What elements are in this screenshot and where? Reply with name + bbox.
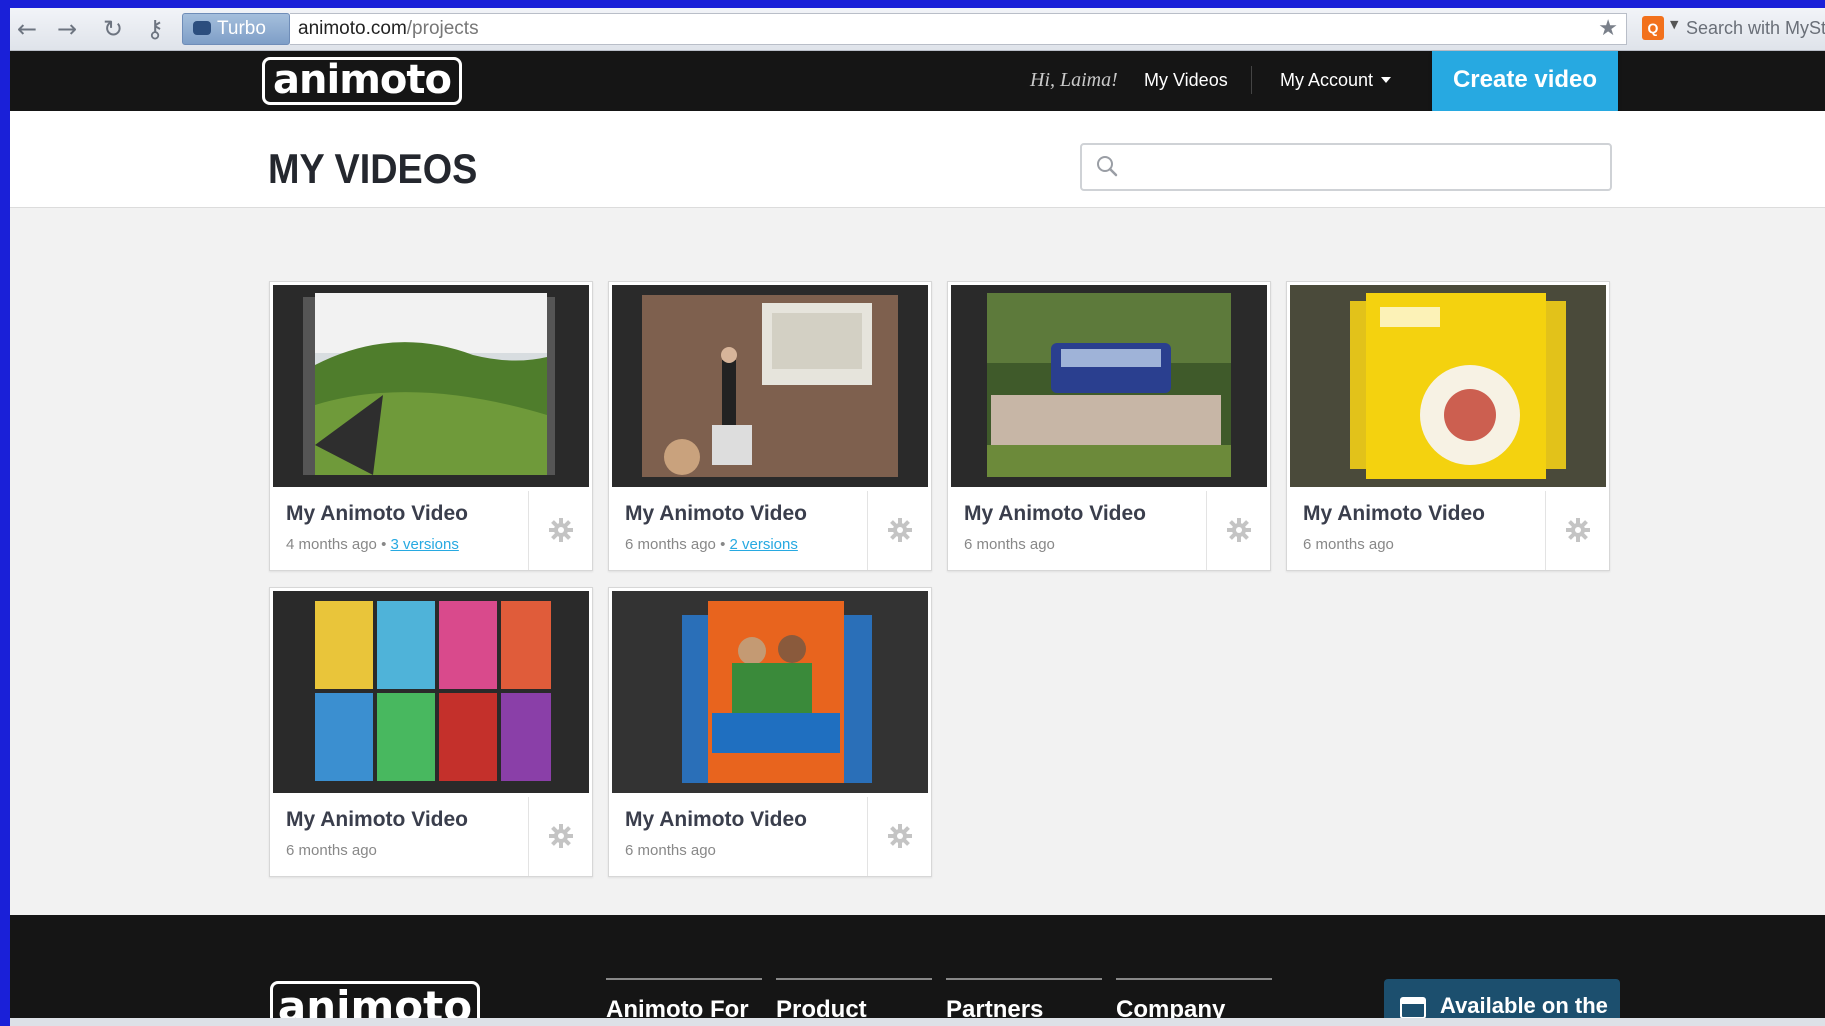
video-title[interactable]: My Animoto Video	[964, 502, 1146, 526]
video-meta: 6 months ago	[1303, 536, 1394, 553]
video-thumbnail[interactable]	[273, 591, 589, 793]
video-card[interactable]: My Animoto Video 6 months ago	[269, 587, 593, 877]
gear-icon	[549, 824, 573, 848]
site-header: animoto Hi, Laima! My Videos My Account …	[10, 51, 1825, 114]
forward-icon[interactable]: →	[52, 14, 82, 44]
video-age: 6 months ago	[1303, 536, 1394, 553]
gear-icon	[888, 824, 912, 848]
video-meta: 6 months ago	[964, 536, 1055, 553]
header-divider	[1251, 66, 1252, 94]
search-engine-icon[interactable]: Q	[1642, 16, 1664, 40]
video-settings-button[interactable]	[1206, 491, 1270, 570]
gear-icon	[888, 518, 912, 542]
my-videos-link[interactable]: My Videos	[1144, 70, 1228, 91]
user-greeting: Hi, Laima!	[1030, 69, 1118, 91]
video-age: 6 months ago	[625, 842, 716, 859]
my-account-label: My Account	[1280, 70, 1374, 90]
url-domain: animoto.com	[298, 18, 407, 39]
video-thumbnail[interactable]	[273, 285, 589, 487]
video-card[interactable]: My Animoto Video 6 months ago	[608, 587, 932, 877]
video-settings-button[interactable]	[1545, 491, 1609, 570]
turbo-label: Turbo	[217, 18, 266, 39]
video-thumbnail[interactable]	[612, 591, 928, 793]
video-grid: My Animoto Video 4 months ago • 3 versio…	[10, 208, 1825, 915]
browser-search-input[interactable]: Search with MyStart	[1686, 13, 1825, 45]
my-account-menu[interactable]: My Account	[1280, 70, 1392, 91]
browser-status-bar	[10, 1018, 1825, 1026]
video-age: 6 months ago	[964, 536, 1055, 553]
calendar-icon	[1400, 997, 1426, 1019]
app-badge-label: Available on the	[1440, 993, 1608, 1018]
video-title[interactable]: My Animoto Video	[625, 808, 807, 832]
gear-icon	[1227, 518, 1251, 542]
video-title[interactable]: My Animoto Video	[286, 502, 468, 526]
animoto-logo[interactable]: animoto	[262, 57, 462, 105]
video-settings-button[interactable]	[528, 491, 592, 570]
video-card[interactable]: My Animoto Video 4 months ago • 3 versio…	[269, 281, 593, 571]
video-age: 4 months ago	[286, 536, 377, 553]
bookmark-star-icon[interactable]: ★	[1598, 14, 1618, 44]
back-icon[interactable]: ←	[12, 14, 42, 44]
site-footer: animoto Animoto For Product Partners Com…	[10, 915, 1825, 1026]
video-card[interactable]: My Animoto Video 6 months ago • 2 versio…	[608, 281, 932, 571]
browser-toolbar: ← → ↻ ⚷ Turbo animoto.com/projects ★ Q ▼…	[10, 8, 1825, 51]
video-search-input[interactable]	[1080, 143, 1612, 191]
search-icon	[1097, 156, 1118, 177]
versions-link[interactable]: 3 versions	[391, 536, 459, 553]
video-meta: 4 months ago • 3 versions	[286, 536, 459, 553]
video-thumbnail[interactable]	[951, 285, 1267, 487]
video-age: 6 months ago	[625, 536, 716, 553]
video-meta: 6 months ago	[286, 842, 377, 859]
reload-icon[interactable]: ↻	[98, 14, 128, 44]
page-title: MY VIDEOS	[268, 145, 478, 192]
gear-icon	[549, 518, 573, 542]
url-path: /projects	[406, 18, 479, 39]
video-card[interactable]: My Animoto Video 6 months ago	[947, 281, 1271, 571]
chevron-down-icon	[1381, 77, 1392, 83]
video-card[interactable]: My Animoto Video 6 months ago	[1286, 281, 1610, 571]
create-video-button[interactable]: Create video	[1432, 51, 1618, 114]
video-meta: 6 months ago	[625, 842, 716, 859]
search-engine-dropdown-icon[interactable]: ▼	[1670, 18, 1678, 31]
versions-link[interactable]: 2 versions	[730, 536, 798, 553]
video-thumbnail[interactable]	[1290, 285, 1606, 487]
turbo-icon	[193, 21, 211, 35]
video-title[interactable]: My Animoto Video	[625, 502, 807, 526]
video-thumbnail[interactable]	[612, 285, 928, 487]
video-age: 6 months ago	[286, 842, 377, 859]
turbo-button[interactable]: Turbo	[182, 13, 290, 45]
video-title[interactable]: My Animoto Video	[286, 808, 468, 832]
video-settings-button[interactable]	[528, 797, 592, 876]
title-section: MY VIDEOS	[10, 111, 1825, 208]
video-meta: 6 months ago • 2 versions	[625, 536, 798, 553]
key-icon[interactable]: ⚷	[140, 14, 170, 44]
gear-icon	[1566, 518, 1590, 542]
video-settings-button[interactable]	[867, 797, 931, 876]
video-settings-button[interactable]	[867, 491, 931, 570]
address-bar[interactable]: animoto.com/projects ★	[290, 13, 1627, 45]
video-title[interactable]: My Animoto Video	[1303, 502, 1485, 526]
